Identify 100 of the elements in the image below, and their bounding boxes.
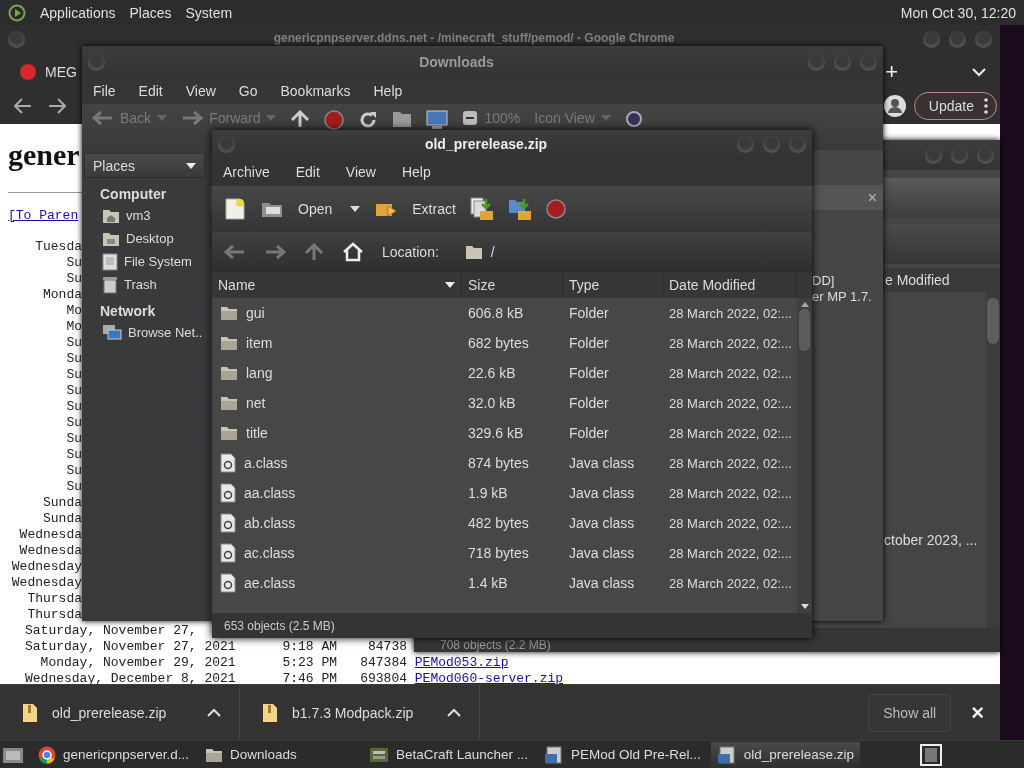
zoom-out-icon bbox=[462, 110, 479, 126]
window-button[interactable] bbox=[808, 53, 825, 71]
toolbar-button[interactable] bbox=[507, 197, 532, 221]
taskbar-item[interactable]: BetaCraft Launcher ... bbox=[362, 741, 534, 768]
toolbar-button[interactable]: Extract bbox=[374, 199, 456, 219]
update-button[interactable]: Update bbox=[913, 92, 997, 120]
places-dropdown[interactable]: Places bbox=[84, 153, 205, 178]
menu-item[interactable]: Places bbox=[129, 4, 172, 21]
menu-item[interactable]: File bbox=[93, 83, 116, 99]
window-button[interactable] bbox=[860, 53, 877, 71]
table-cell-text: 22.6 kB bbox=[467, 365, 517, 381]
table-cell[interactable]: item bbox=[212, 335, 462, 351]
sidebar-item[interactable]: File System bbox=[102, 252, 208, 272]
column-header[interactable]: e Modified bbox=[885, 272, 950, 288]
toolbar-button[interactable] bbox=[426, 110, 449, 130]
network-icon bbox=[102, 324, 122, 342]
table-cell[interactable]: ae.class bbox=[212, 573, 462, 593]
sidebar-item[interactable]: Desktop bbox=[102, 229, 208, 249]
menu-item[interactable]: View bbox=[345, 164, 376, 180]
table-cell-text: Java class bbox=[568, 455, 636, 471]
taskbar-item[interactable]: old_prerelease.zip bbox=[710, 741, 861, 768]
scrollbar-thumb[interactable] bbox=[987, 298, 999, 344]
close-button[interactable]: × bbox=[965, 698, 990, 727]
archive-icon bbox=[716, 745, 737, 764]
parent-link[interactable]: [To Paren bbox=[8, 208, 79, 224]
menu-item[interactable]: Bookmarks bbox=[280, 83, 351, 99]
table-cell[interactable]: lang bbox=[212, 365, 462, 381]
archive-icon bbox=[543, 745, 564, 764]
location-field[interactable]: / bbox=[456, 237, 800, 267]
menu-item[interactable]: Help bbox=[373, 83, 403, 99]
table-cell-text: 1.4 kB bbox=[467, 575, 509, 591]
scrollbar-thumb[interactable] bbox=[799, 309, 810, 351]
window-button[interactable] bbox=[925, 146, 942, 164]
table-cell[interactable]: ac.class bbox=[212, 543, 462, 563]
toolbar-button[interactable]: Open bbox=[260, 199, 361, 219]
caret-icon[interactable] bbox=[972, 67, 986, 77]
taskbar-item[interactable]: genericpnpserver.d... bbox=[32, 741, 196, 768]
table-cell[interactable]: title bbox=[212, 425, 462, 441]
window-button[interactable] bbox=[737, 135, 754, 153]
table-cell-text: 874 bytes bbox=[467, 455, 530, 471]
taskbar-item[interactable]: PEMod Old Pre-Rel... bbox=[537, 741, 707, 768]
menu-item[interactable]: Go bbox=[238, 83, 258, 99]
back-arrow-icon[interactable] bbox=[224, 244, 246, 260]
window-button[interactable] bbox=[975, 31, 992, 48]
table-cell[interactable]: ab.class bbox=[212, 513, 462, 533]
window-button[interactable] bbox=[949, 31, 966, 48]
show-all-button[interactable]: Show all bbox=[868, 693, 952, 732]
back-arrow-icon[interactable] bbox=[14, 98, 32, 114]
table-cell-text: Folder bbox=[568, 305, 610, 321]
close-button[interactable]: × bbox=[861, 188, 883, 207]
window-button[interactable] bbox=[8, 31, 25, 48]
window-button[interactable] bbox=[977, 146, 994, 164]
taskbar-item[interactable]: Downloads bbox=[199, 741, 303, 768]
launcher-icon[interactable] bbox=[8, 3, 26, 22]
table-cell[interactable]: net bbox=[212, 395, 462, 411]
file-link[interactable]: PEMod060-server.zip bbox=[414, 671, 564, 684]
window-button[interactable] bbox=[834, 53, 851, 71]
window-button[interactable] bbox=[951, 146, 968, 164]
browser-tab[interactable]: MEG bbox=[20, 60, 77, 84]
toolbar-button[interactable] bbox=[290, 110, 311, 128]
forward-arrow-icon[interactable] bbox=[48, 98, 66, 114]
forward-arrow-icon[interactable] bbox=[264, 244, 286, 260]
up-arrow-icon[interactable] bbox=[304, 243, 324, 261]
file-link[interactable]: PEMod053.zip bbox=[414, 655, 509, 671]
listing-date: Monda bbox=[43, 287, 82, 303]
toolbar-button[interactable] bbox=[324, 110, 345, 130]
menu-item[interactable]: Applications bbox=[40, 4, 116, 21]
menu-item[interactable]: Help bbox=[401, 164, 431, 180]
listing-time: 5:23 PM bbox=[282, 655, 337, 671]
workspace-icon[interactable] bbox=[920, 743, 943, 766]
menu-item[interactable]: Edit bbox=[295, 164, 320, 180]
sidebar-item[interactable]: Trash bbox=[102, 275, 208, 295]
menu-item[interactable]: System bbox=[185, 4, 233, 21]
table-cell-text: 28 March 2022, 02:... bbox=[668, 545, 793, 561]
chevron-up-icon[interactable] bbox=[207, 708, 221, 717]
table-cell[interactable]: aa.class bbox=[212, 483, 462, 503]
table-cell[interactable]: a.class bbox=[212, 453, 462, 473]
menu-item[interactable]: Archive bbox=[223, 164, 270, 180]
toolbar-button[interactable] bbox=[624, 110, 645, 130]
table-cell[interactable]: gui bbox=[212, 305, 462, 321]
toolbar-button[interactable] bbox=[469, 197, 494, 221]
window-button[interactable] bbox=[763, 135, 780, 153]
table-cell-text: 32.0 kB bbox=[467, 395, 517, 411]
scrollbar[interactable] bbox=[797, 298, 812, 613]
sidebar-item[interactable]: vm3 bbox=[102, 206, 208, 226]
toolbar-button[interactable] bbox=[392, 110, 413, 128]
new-tab-button[interactable]: + bbox=[881, 59, 902, 85]
menu-item[interactable]: View bbox=[185, 83, 216, 99]
window-button[interactable] bbox=[88, 53, 105, 71]
window-button[interactable] bbox=[923, 31, 940, 48]
window-button[interactable] bbox=[789, 135, 806, 153]
home-icon[interactable] bbox=[342, 242, 364, 262]
toolbar-button[interactable] bbox=[224, 197, 246, 221]
chevron-up-icon[interactable] bbox=[447, 708, 461, 717]
toolbar-button[interactable] bbox=[358, 110, 379, 130]
sidebar-item[interactable]: Browse Net.. bbox=[102, 323, 208, 343]
window-button[interactable] bbox=[218, 135, 235, 153]
menu-item[interactable]: Edit bbox=[138, 83, 163, 99]
avatar-icon[interactable] bbox=[883, 95, 906, 117]
scrollbar[interactable] bbox=[986, 292, 1000, 628]
